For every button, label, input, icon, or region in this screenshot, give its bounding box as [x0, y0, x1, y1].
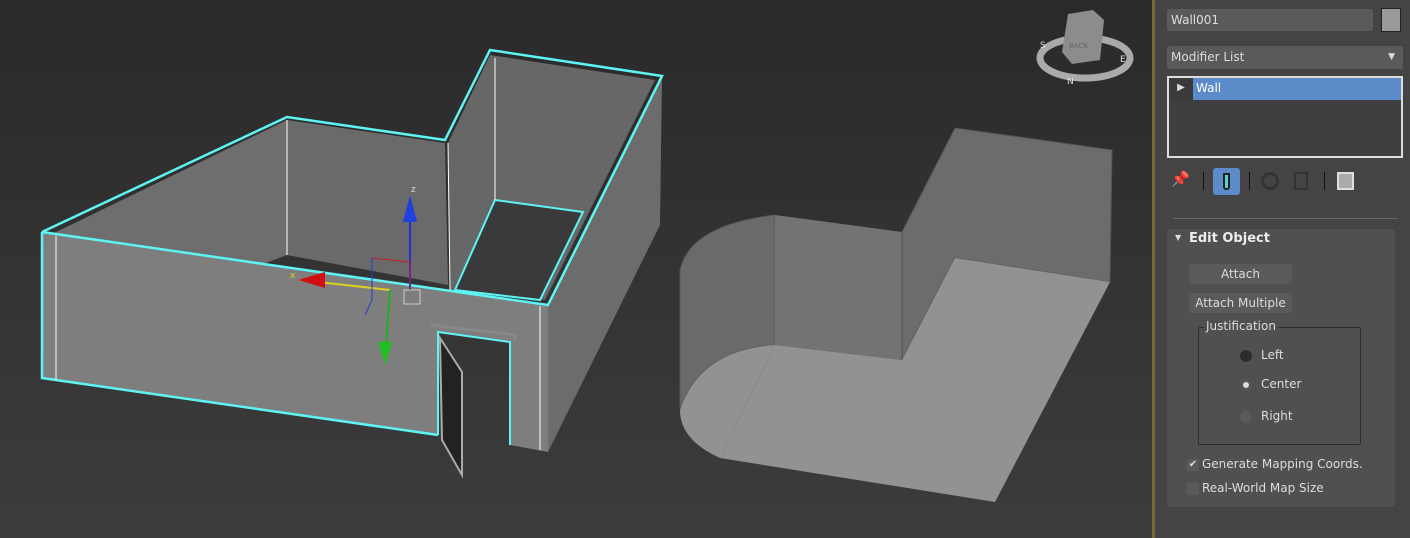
scene: x z BACK S E N: [40, 10, 1134, 502]
object-color-swatch[interactable]: [1381, 8, 1401, 32]
modifier-stack[interactable]: ▶ Wall: [1167, 76, 1403, 158]
real-world-label: Real-World Map Size: [1202, 481, 1324, 495]
svg-text:z: z: [411, 185, 416, 195]
justification-label: Justification: [1204, 319, 1278, 333]
collapse-icon[interactable]: ▼: [1175, 233, 1181, 242]
svg-text:BACK: BACK: [1069, 42, 1088, 50]
svg-text:S: S: [1040, 41, 1046, 51]
3d-viewport[interactable]: x z BACK S E N: [0, 0, 1152, 538]
divider: [1173, 218, 1398, 219]
object-name-field[interactable]: Wall001: [1167, 9, 1373, 31]
modifier-list-label: Modifier List: [1171, 50, 1245, 64]
viewcube[interactable]: BACK S E N: [1036, 10, 1134, 87]
edit-object-rollout: ▼ Edit Object Attach Attach Multiple Jus…: [1167, 229, 1395, 507]
svg-text:x: x: [290, 271, 296, 281]
radio-center[interactable]: [1240, 379, 1252, 391]
wall-object-selected[interactable]: [40, 48, 664, 479]
modifier-list-dropdown[interactable]: Modifier List ▼: [1167, 46, 1403, 69]
door: [438, 334, 463, 479]
stack-item-wall[interactable]: ▶ Wall: [1169, 78, 1401, 100]
attach-multiple-button[interactable]: Attach Multiple: [1189, 293, 1292, 313]
expand-arrow-icon[interactable]: ▶: [1169, 78, 1193, 100]
chevron-down-icon: ▼: [1388, 52, 1395, 62]
make-unique-icon[interactable]: [1261, 172, 1279, 190]
radio-left-label: Left: [1261, 348, 1284, 362]
show-end-result-icon: [1223, 173, 1230, 190]
pin-icon[interactable]: 📌: [1171, 170, 1190, 188]
radio-center-label: Center: [1261, 377, 1302, 391]
stack-item-label: Wall: [1193, 78, 1401, 100]
generate-mapping-label: Generate Mapping Coords.: [1202, 457, 1363, 471]
modify-panel: Wall001 Modifier List ▼ ▶ Wall 📌 ▼ Edit O…: [1155, 0, 1410, 538]
remove-modifier-icon[interactable]: [1294, 172, 1308, 190]
radio-left[interactable]: [1240, 350, 1252, 362]
generate-mapping-checkbox[interactable]: ✔: [1187, 459, 1199, 471]
back-wall: [287, 120, 448, 285]
radio-right[interactable]: [1240, 411, 1252, 423]
attach-button[interactable]: Attach: [1189, 264, 1292, 284]
real-world-checkbox[interactable]: [1187, 483, 1199, 495]
justification-group: Justification Left Center Right: [1198, 319, 1361, 445]
svg-text:N: N: [1067, 77, 1074, 87]
svg-text:E: E: [1120, 55, 1126, 65]
show-end-result-button[interactable]: [1213, 168, 1240, 195]
configure-sets-icon[interactable]: [1337, 172, 1354, 190]
inner-wall: [775, 215, 902, 360]
rollout-title[interactable]: Edit Object: [1189, 231, 1270, 246]
radio-right-label: Right: [1261, 409, 1293, 423]
wall-object-2[interactable]: [679, 127, 1113, 502]
